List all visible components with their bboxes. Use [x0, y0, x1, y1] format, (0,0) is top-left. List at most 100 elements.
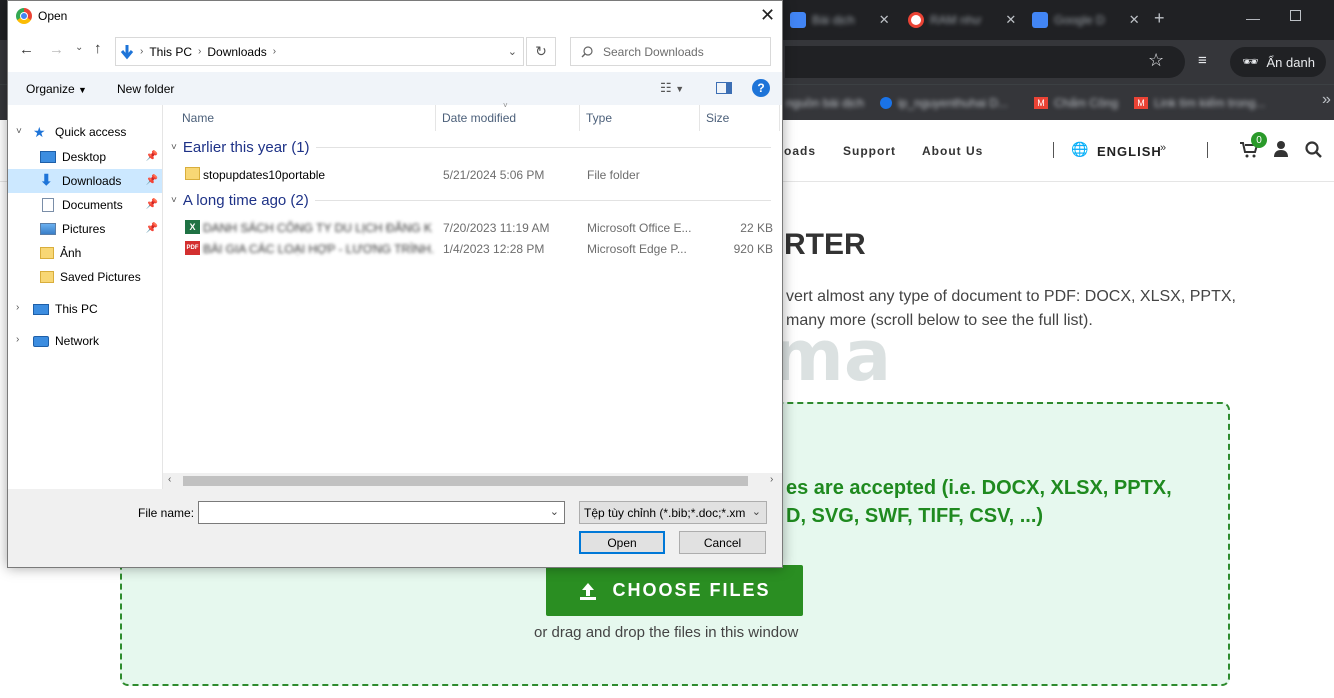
breadcrumb-item[interactable]: Downloads — [207, 45, 266, 59]
search-icon — [581, 45, 593, 57]
minimize-icon[interactable]: ― — [1246, 10, 1260, 26]
recent-locations-icon[interactable]: ⌄ — [75, 42, 83, 53]
scroll-right-icon[interactable]: › — [770, 474, 773, 485]
nav-label: Ảnh — [60, 246, 82, 260]
docs-icon — [790, 12, 806, 28]
cancel-button[interactable]: Cancel — [679, 531, 766, 554]
up-arrow-icon[interactable]: ↑ — [94, 40, 102, 57]
bookmark-item[interactable]: M Link tìm kiếm trong... — [1134, 93, 1265, 113]
nav-label: Saved Pictures — [60, 270, 141, 284]
bookmark-item[interactable]: M Chấm Công — [1034, 93, 1118, 113]
scroll-left-icon[interactable]: ‹ — [168, 474, 171, 485]
bookmark-label: Link tìm kiếm trong... — [1154, 96, 1266, 110]
nav-link-about-us[interactable]: About Us — [922, 144, 983, 158]
scrollbar-thumb[interactable] — [183, 476, 748, 486]
refresh-icon[interactable]: ↻ — [526, 37, 556, 66]
file-size: 920 KB — [733, 242, 773, 256]
chevron-down-icon[interactable]: ˅ — [171, 195, 177, 206]
help-icon[interactable]: ? — [752, 79, 770, 97]
column-header-name[interactable]: Name — [176, 105, 436, 131]
column-header-date[interactable]: Date modified — [436, 105, 580, 131]
chevron-down-icon[interactable]: ⌄ — [550, 505, 559, 518]
bookmark-item[interactable]: nguồn bài dịch — [786, 93, 864, 113]
preview-pane-icon[interactable] — [716, 82, 732, 94]
chevron-right-icon[interactable]: › — [16, 334, 19, 345]
search-box[interactable]: Search Downloads — [570, 37, 771, 66]
organize-menu[interactable]: Organize ▼ — [26, 82, 87, 96]
choose-files-button[interactable]: CHOOSE FILES — [546, 565, 803, 616]
breadcrumb[interactable]: › This PC › Downloads › ⌄ — [115, 37, 524, 66]
language-selector[interactable]: ENGLISH — [1097, 144, 1162, 159]
breadcrumb-item[interactable]: This PC — [149, 45, 192, 59]
file-row[interactable]: PDF BÀI GIA CÁC LOẠI HỢP - LƯƠNG TRÌNH..… — [163, 238, 782, 259]
nav-this-pc[interactable]: › This PC — [8, 297, 162, 321]
file-name: DANH SÁCH CÔNG TY DU LỊCH ĐĂNG K... — [203, 221, 433, 235]
browser-tab[interactable]: RAM như ✕ — [908, 8, 1016, 32]
file-type-select[interactable]: Tệp tùy chỉnh (*.bib;*.doc;*.xm ⌄ — [579, 501, 767, 524]
new-folder-button[interactable]: New folder — [117, 82, 174, 96]
horizontal-scrollbar[interactable]: ‹ › — [163, 473, 782, 489]
new-tab-button[interactable]: + — [1154, 8, 1165, 29]
forward-arrow-icon[interactable]: → — [49, 41, 64, 58]
group-header[interactable]: ˅ Earlier this year (1) — [171, 139, 771, 156]
restore-icon[interactable] — [1290, 10, 1301, 21]
column-header-size[interactable]: Size — [700, 105, 780, 131]
pin-icon: 📌 — [145, 175, 158, 186]
nav-quick-access[interactable]: ˅ ★ Quick access — [8, 120, 162, 144]
more-bookmarks-button[interactable]: » — [1322, 91, 1331, 109]
download-arrow-icon: ⬇ — [40, 172, 53, 189]
view-options-icon[interactable]: ☷ ▼ — [660, 80, 684, 96]
incognito-badge[interactable]: 🕶 Ẩn danh — [1230, 47, 1326, 77]
file-name-label: File name: — [138, 506, 195, 520]
network-icon — [33, 335, 49, 347]
pictures-icon — [40, 223, 56, 235]
chevron-down-icon[interactable]: ˅ — [171, 142, 177, 153]
address-bar[interactable] — [785, 46, 1185, 78]
user-icon[interactable] — [1274, 141, 1288, 160]
search-icon[interactable] — [1305, 141, 1322, 161]
excel-icon: X — [185, 220, 200, 234]
upload-icon — [580, 582, 597, 600]
hero-title: RTER — [784, 228, 866, 261]
nav-item-pictures[interactable]: Pictures 📌 — [8, 217, 162, 241]
file-date: 5/21/2024 5:06 PM — [443, 168, 545, 182]
chevron-down-icon[interactable]: ⌄ — [508, 45, 517, 58]
media-control-icon[interactable]: ≡ — [1198, 52, 1207, 69]
tab-label: Google D — [1054, 13, 1105, 27]
file-row[interactable]: X DANH SÁCH CÔNG TY DU LỊCH ĐĂNG K... 7/… — [163, 217, 782, 238]
nav-item-saved-pictures[interactable]: Saved Pictures — [8, 265, 162, 289]
nav-label: Quick access — [55, 125, 127, 139]
bookmark-star-icon[interactable]: ☆ — [1148, 50, 1164, 71]
nav-network[interactable]: › Network — [8, 329, 162, 353]
nav-item-desktop[interactable]: Desktop 📌 — [8, 145, 162, 169]
browser-tab[interactable]: Bài dịch ✕ — [790, 8, 890, 32]
browser-tab[interactable]: Google D ✕ — [1032, 8, 1140, 32]
open-button[interactable]: Open — [579, 531, 665, 554]
chevron-right-icon[interactable]: › — [16, 302, 19, 313]
close-icon[interactable]: ✕ — [760, 5, 775, 26]
nav-item-documents[interactable]: Documents 📌 — [8, 193, 162, 217]
file-name: BÀI GIA CÁC LOẠI HỢP - LƯƠNG TRÌNH... — [203, 242, 433, 256]
group-header[interactable]: ˅ A long time ago (2) — [171, 192, 771, 209]
bookmark-item[interactable]: ip_nguyenthuhai D... — [880, 93, 1008, 113]
pdf-icon: PDF — [185, 241, 200, 255]
column-header-type[interactable]: Type — [580, 105, 700, 131]
chrome-icon — [16, 8, 32, 24]
close-tab-icon[interactable]: ✕ — [879, 12, 890, 28]
choose-files-label: CHOOSE FILES — [612, 580, 771, 600]
nav-item-downloads[interactable]: ⬇ Downloads 📌 — [8, 169, 162, 193]
file-type-value: Tệp tùy chỉnh (*.bib;*.doc;*.xm — [584, 505, 746, 520]
chevron-down-icon: » — [1160, 142, 1167, 154]
close-tab-icon[interactable]: ✕ — [1129, 12, 1140, 28]
file-row[interactable]: stopupdates10portable 5/21/2024 5:06 PM … — [163, 164, 782, 185]
translate-icon — [1032, 12, 1048, 28]
close-tab-icon[interactable]: ✕ — [1005, 12, 1016, 28]
nav-link-support[interactable]: Support — [843, 144, 896, 158]
nav-link-downloads[interactable]: oads — [784, 144, 816, 158]
file-name-input[interactable]: ⌄ — [198, 501, 565, 524]
nav-item-anh[interactable]: Ảnh — [8, 241, 162, 265]
file-name: stopupdates10portable — [203, 168, 326, 182]
back-arrow-icon[interactable]: ← — [19, 41, 34, 58]
chevron-down-icon[interactable]: ˅ — [16, 126, 22, 137]
nav-divider — [1053, 142, 1054, 158]
